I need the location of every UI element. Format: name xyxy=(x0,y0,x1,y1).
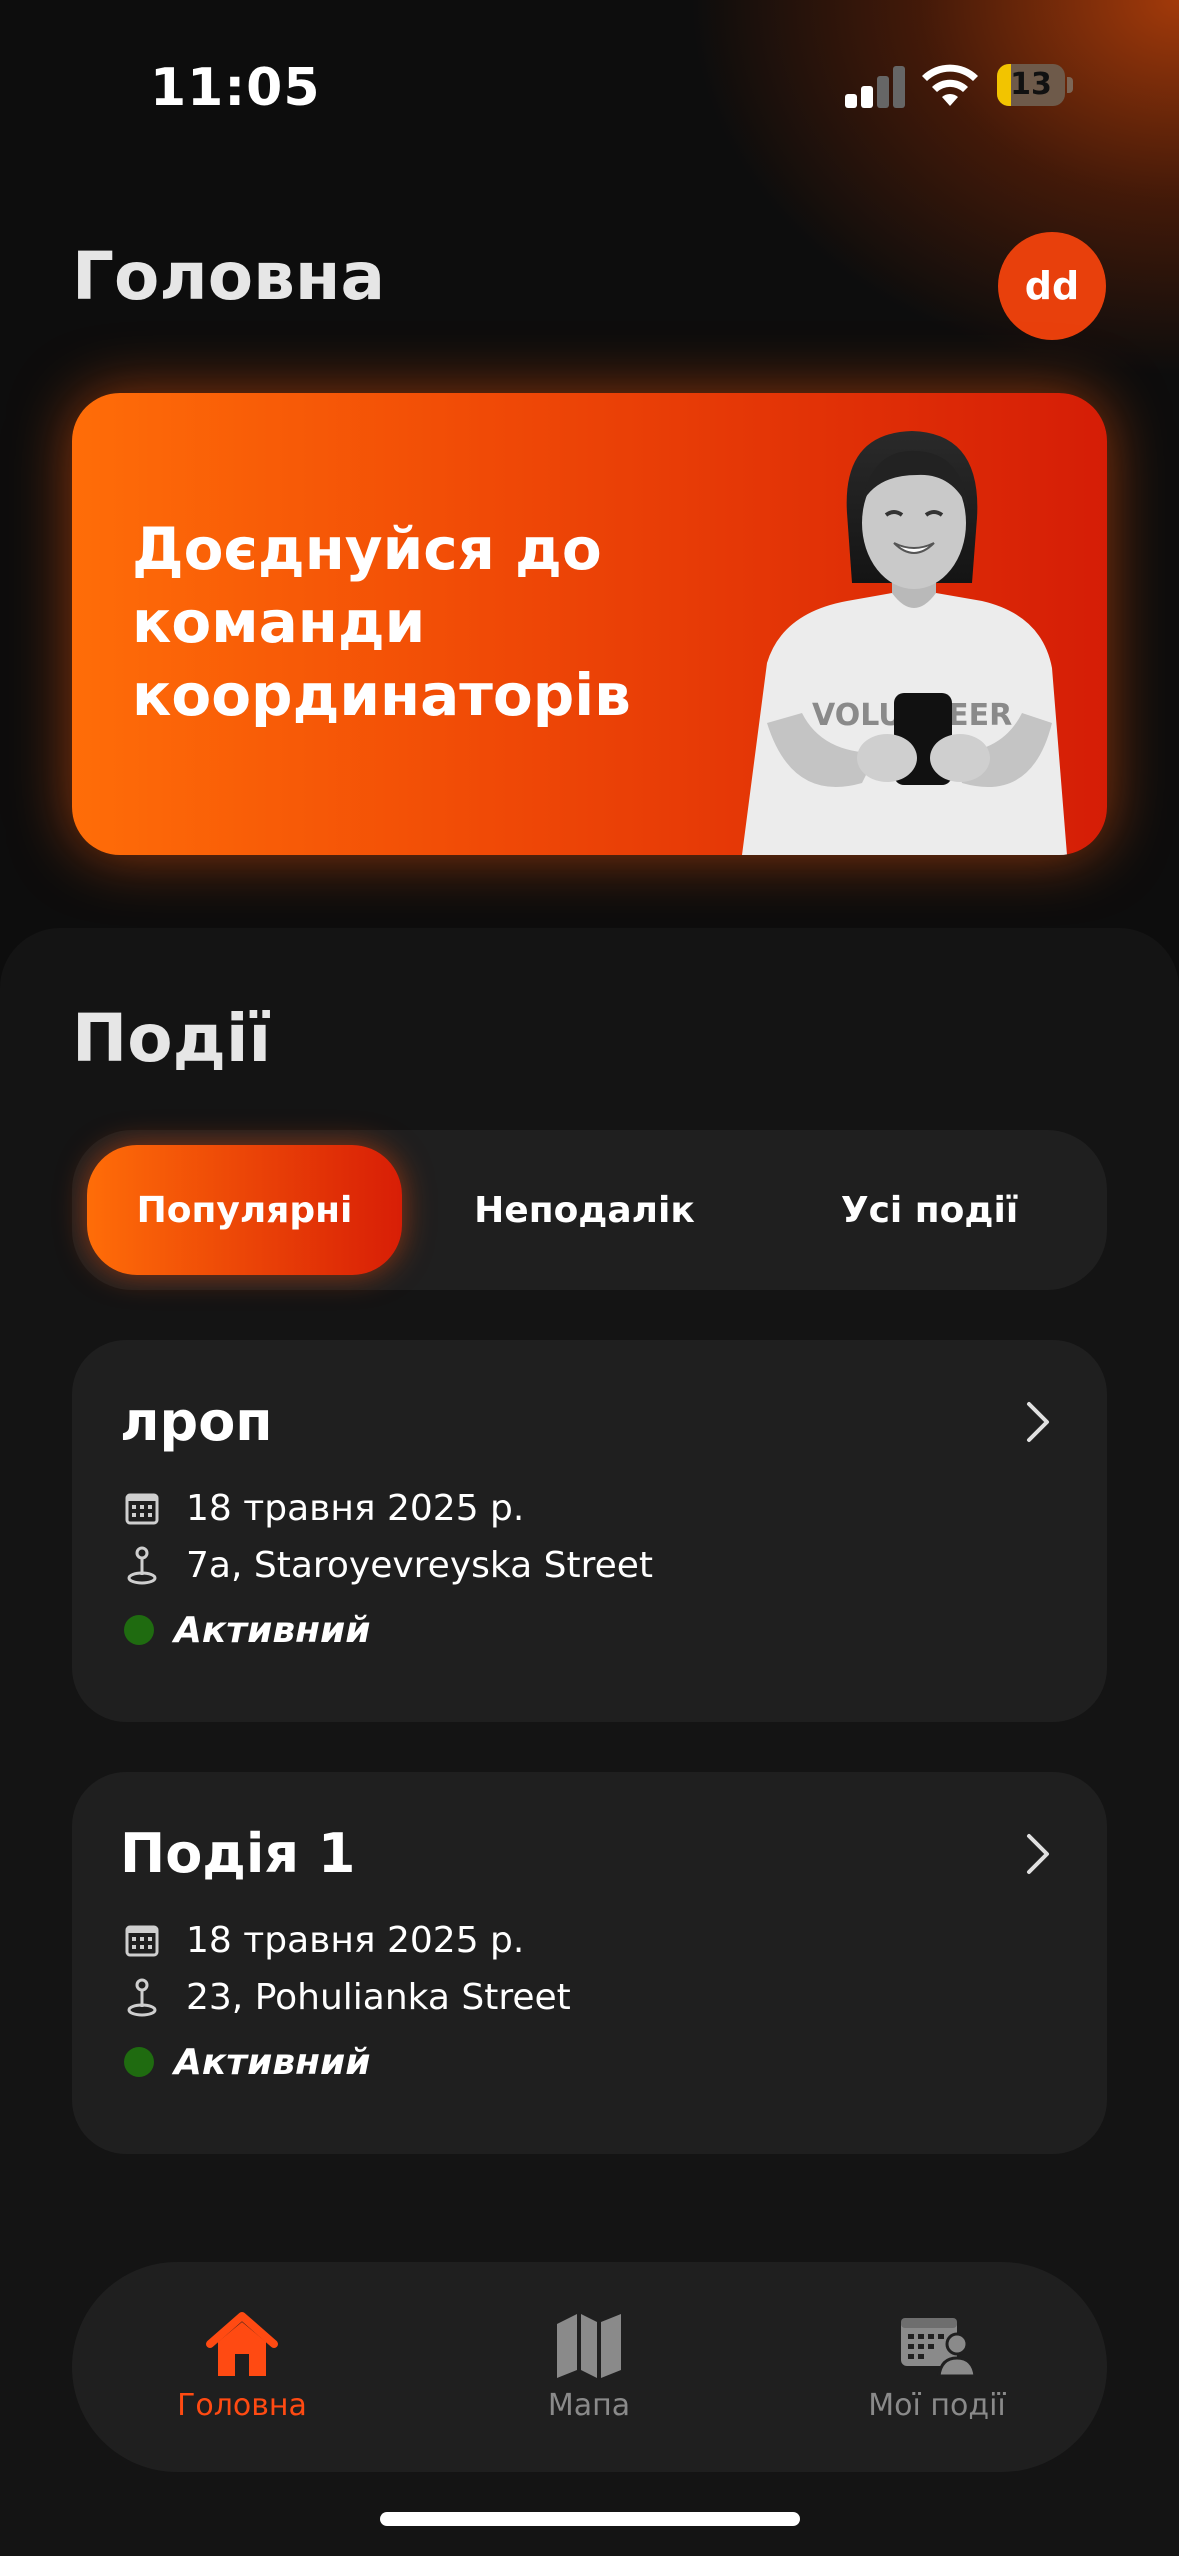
chevron-right-icon xyxy=(1027,1402,1049,1442)
event-date: 18 травня 2025 р. xyxy=(186,1919,525,1961)
event-status: Активний xyxy=(174,1609,371,1651)
battery-icon: 13 xyxy=(997,64,1073,106)
status-time: 11:05 xyxy=(150,58,321,118)
nav-item-my-events[interactable]: Мої події xyxy=(817,2310,1057,2440)
calendar-icon xyxy=(125,1925,159,1957)
event-card[interactable]: лроп 18 травня 2025 р. 7a, Staroyevreysk… xyxy=(72,1340,1107,1722)
event-date: 18 травня 2025 р. xyxy=(186,1487,525,1529)
calendar-icon xyxy=(125,1493,159,1525)
event-date-row: 18 травня 2025 р. xyxy=(120,1918,524,1962)
nav-item-home[interactable]: Головна xyxy=(122,2310,362,2440)
home-indicator[interactable] xyxy=(380,2512,800,2526)
event-date-row: 18 травня 2025 р. xyxy=(120,1486,524,1530)
avatar[interactable]: dd xyxy=(998,232,1106,340)
location-pin-icon xyxy=(127,1978,157,2017)
tab-nearby[interactable]: Неподалік xyxy=(417,1145,752,1275)
map-icon xyxy=(557,2314,621,2378)
status-indicator-dot xyxy=(124,1615,154,1645)
chevron-right-icon xyxy=(1027,1834,1049,1874)
events-title: Події xyxy=(72,1000,272,1077)
nav-label-home: Головна xyxy=(177,2388,307,2423)
event-card[interactable]: Подія 1 18 травня 2025 р. 23, Pohulianka… xyxy=(72,1772,1107,2154)
event-address: 23, Pohulianka Street xyxy=(186,1976,571,2018)
event-address: 7a, Staroyevreyska Street xyxy=(186,1544,653,1586)
banner-title: Доєднуйся до команди координаторів xyxy=(132,515,631,729)
coordinators-banner[interactable]: Доєднуйся до команди координаторів VOLUN… xyxy=(72,393,1107,855)
my-events-icon xyxy=(901,2318,977,2378)
bottom-navigation: Головна Мапа Мої події xyxy=(72,2262,1107,2472)
event-status-row: Активний xyxy=(120,2040,371,2084)
event-address-row: 7a, Staroyevreyska Street xyxy=(120,1543,653,1587)
nav-label-map: Мапа xyxy=(547,2388,631,2423)
tab-all-events[interactable]: Усі події xyxy=(767,1145,1092,1275)
event-status: Активний xyxy=(174,2041,371,2083)
event-status-row: Активний xyxy=(120,1608,371,1652)
cellular-signal-icon xyxy=(845,66,907,108)
event-address-row: 23, Pohulianka Street xyxy=(120,1975,571,2019)
nav-label-my-events: Мої події xyxy=(868,2388,1006,2423)
nav-item-map[interactable]: Мапа xyxy=(469,2310,709,2440)
page-title: Головна xyxy=(72,238,385,315)
tab-popular[interactable]: Популярні xyxy=(87,1145,402,1275)
volunteer-illustration: VOLUNTEER xyxy=(742,431,1067,855)
battery-percentage: 13 xyxy=(1010,67,1052,102)
home-icon xyxy=(206,2312,278,2376)
location-pin-icon xyxy=(127,1546,157,1585)
wifi-icon xyxy=(922,64,978,106)
event-title: лроп xyxy=(120,1390,273,1453)
events-tabs: Популярні Неподалік Усі події xyxy=(72,1130,1107,1290)
event-title: Подія 1 xyxy=(120,1822,356,1885)
status-indicator-dot xyxy=(124,2047,154,2077)
